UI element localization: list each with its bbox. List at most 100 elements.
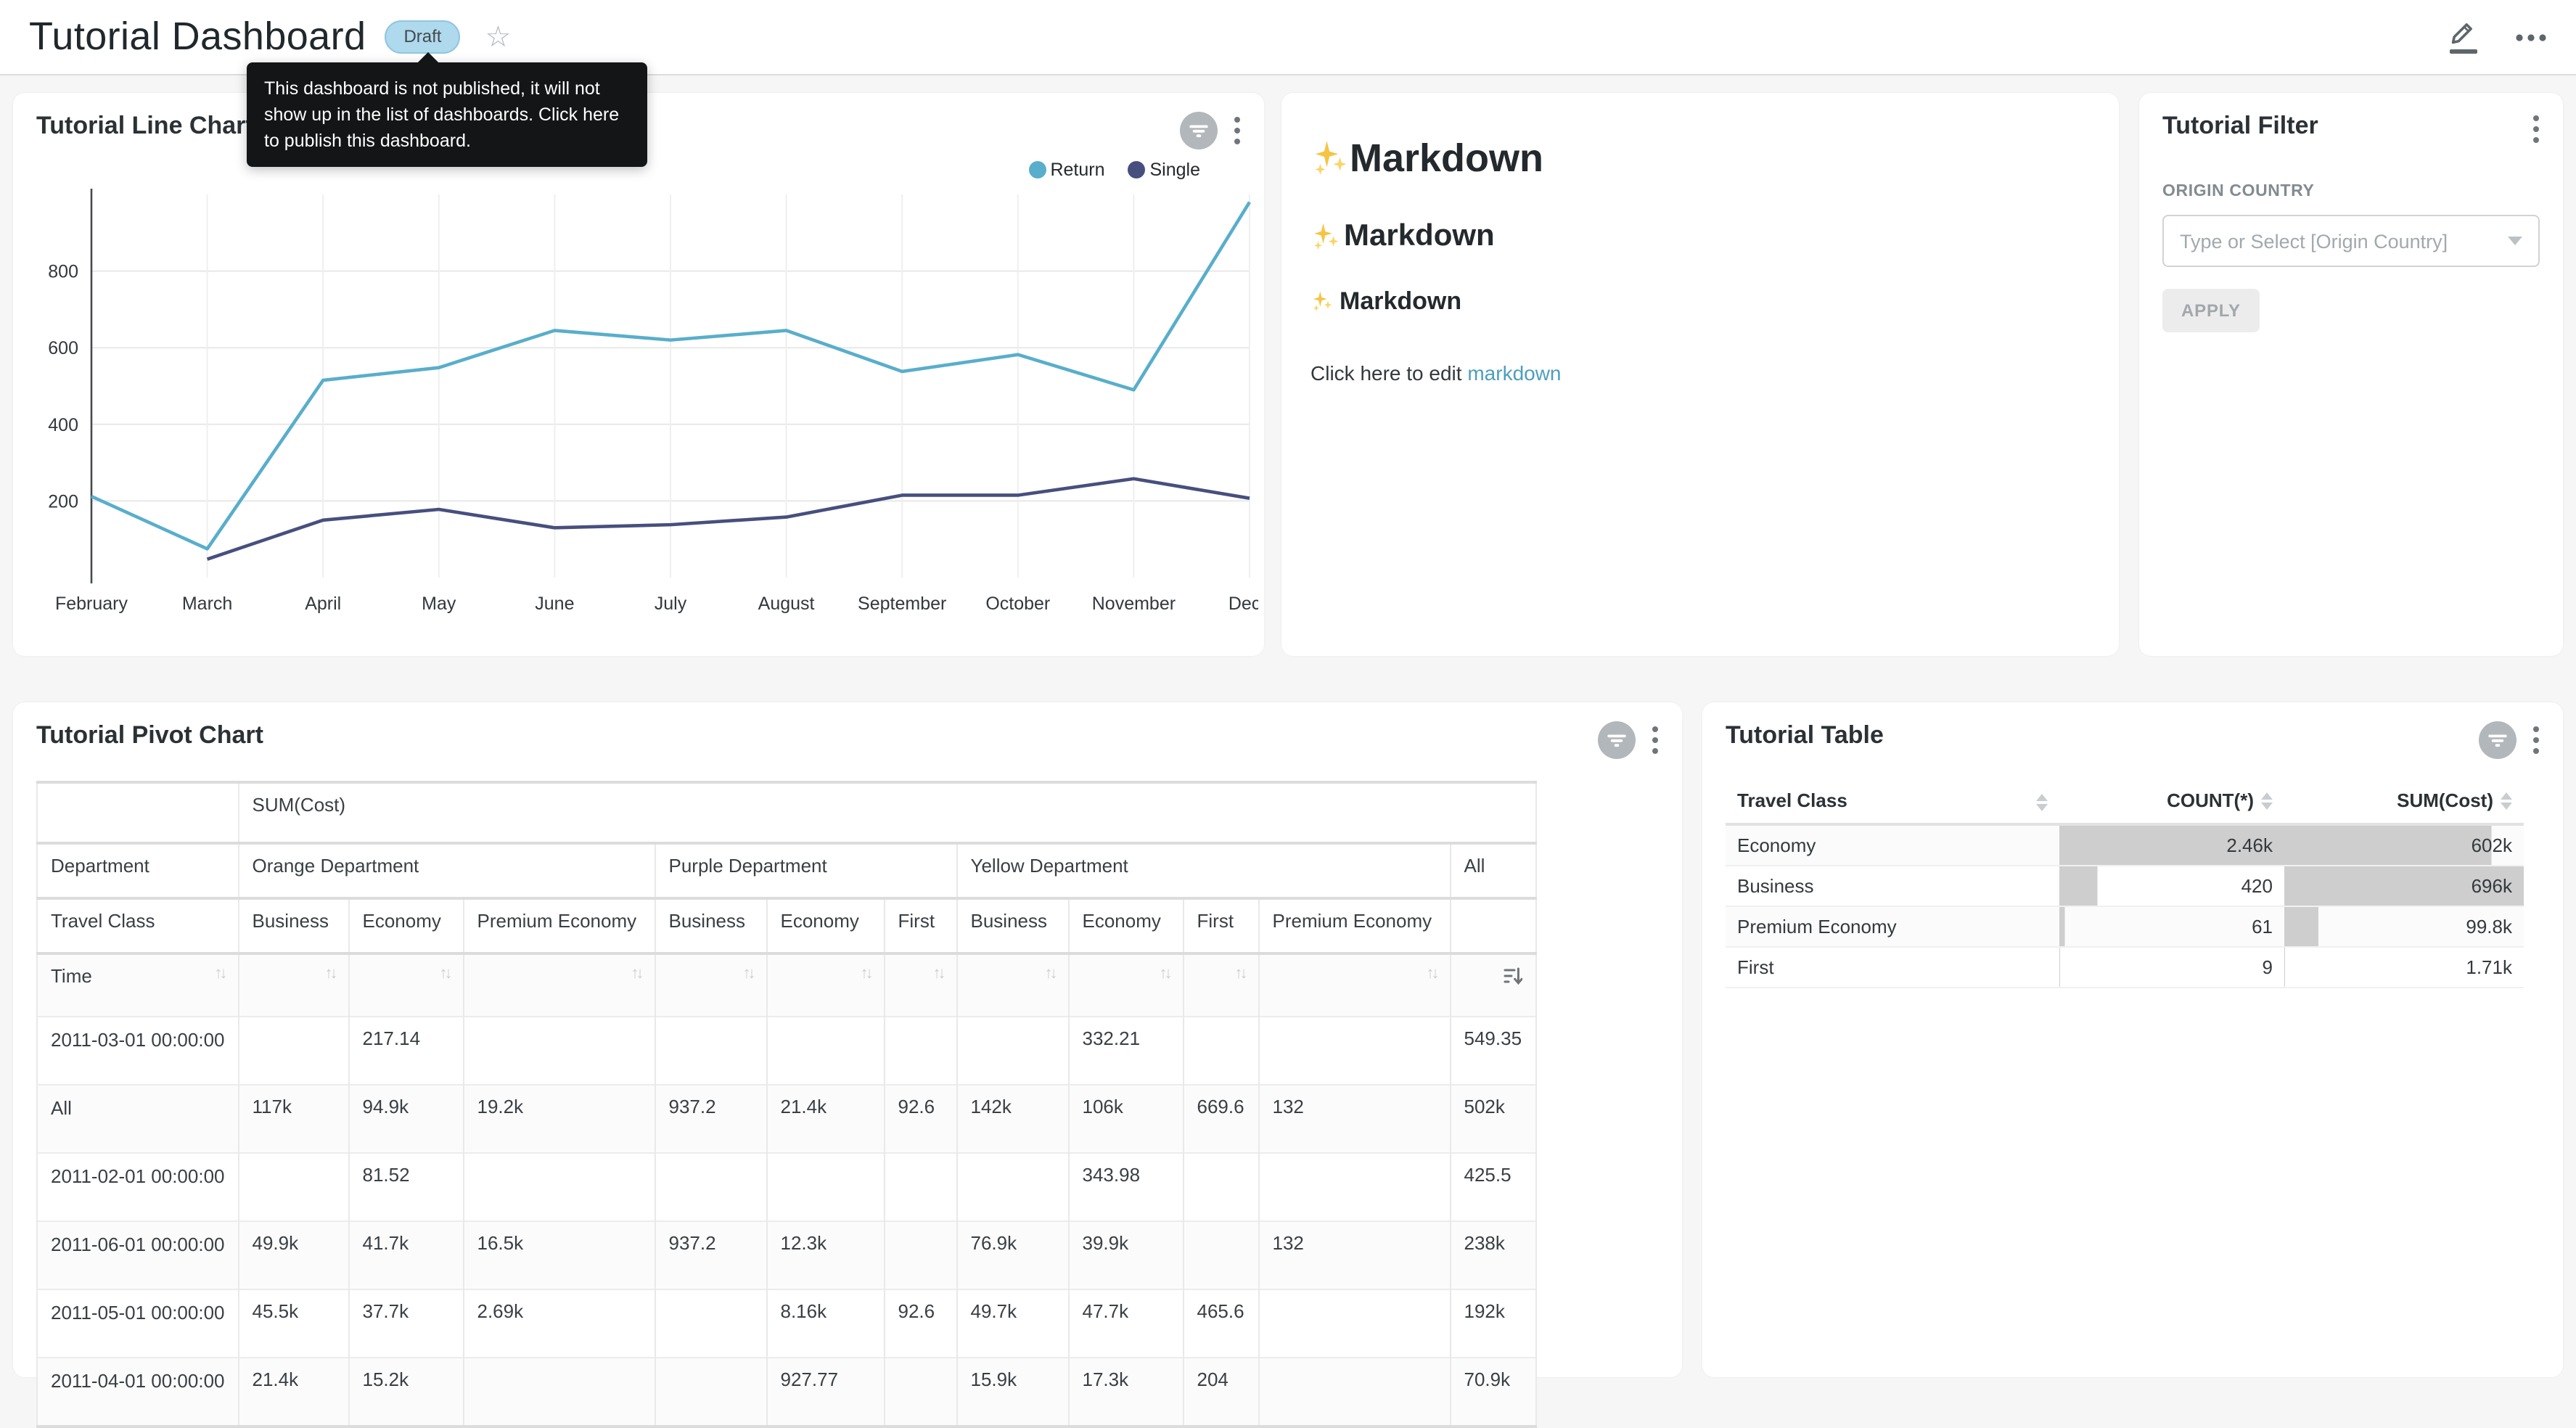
pivot-leaf-header: Economy [1069,898,1184,953]
pivot-cell: 70.9k [1451,1358,1536,1427]
table-row: Economy2.46k602k [1726,824,2524,866]
pivot-cell [767,1153,885,1221]
pivot-cell: 425.5 [1451,1153,1536,1221]
pivot-cell: 94.9k [349,1085,464,1153]
table-row: First91.71k [1726,947,2524,988]
sort-toggle-icon[interactable]: ↑↓ [933,965,943,982]
pivot-cell: 76.9k [957,1221,1069,1289]
pivot-card-header: Tutorial Pivot Chart [13,702,1682,766]
pivot-cell [767,1017,885,1085]
pivot-data-row: 2011-03-01 00:00:00217.14332.21549.35 [37,1017,1535,1085]
col-header-count[interactable]: COUNT(*) [2059,781,2284,824]
pivot-cell [885,1221,957,1289]
pivot-row-label: All [37,1085,239,1153]
pivot-cell: 41.7k [349,1221,464,1289]
pivot-leaf-header: Economy [767,898,885,953]
pivot-cell [1259,1289,1451,1358]
pivot-cell: 132 [1259,1085,1451,1153]
sort-toggle-icon[interactable]: ↑↓ [1160,965,1170,982]
pivot-row-label: 2011-02-01 00:00:00 [37,1153,239,1221]
sort-icon[interactable] [2501,792,2512,809]
favorite-star-icon[interactable]: ☆ [485,22,511,52]
pivot-cell [957,1153,1069,1221]
pivot-leaf-header: First [885,898,957,953]
x-axis-label: February [55,594,128,614]
dashboard-page: Tutorial Dashboard Draft ☆ This dashboar… [0,0,2576,1400]
pivot-class-header: Travel Class [37,898,239,953]
pivot-kebab-menu-icon[interactable] [1649,723,1662,765]
filter-kebab-menu-icon[interactable] [2530,112,2543,154]
sort-desc-active-icon[interactable] [1503,967,1522,990]
legend-item-return[interactable]: Return [1028,160,1104,180]
pivot-group-header: Yellow Department [957,843,1451,898]
pivot-cell [885,1017,957,1085]
pivot-data-row: 2011-04-01 00:00:0021.4k15.2k927.7715.9k… [37,1358,1535,1427]
filter-card-title: Tutorial Filter [2162,112,2318,141]
line-chart-plot[interactable]: 200400600800FebruaryMarchAprilMayJuneJul… [22,183,1258,636]
pivot-cell [239,1017,349,1085]
sort-toggle-icon[interactable]: ↑↓ [631,965,641,982]
sort-toggle-icon[interactable]: ↑↓ [1235,965,1245,982]
pivot-cell [885,1358,957,1427]
pivot-cell: 47.7k [1069,1289,1184,1358]
pivot-cell: 106k [1069,1085,1184,1153]
pivot-cell [655,1017,767,1085]
dashboard-menu-button[interactable] [2515,33,2547,41]
pivot-cell [1184,1221,1259,1289]
sort-toggle-icon[interactable]: ↑↓ [325,965,335,982]
pivot-cell: 937.2 [655,1085,767,1153]
sort-toggle-icon[interactable]: ↑↓ [743,965,753,982]
sort-icon[interactable] [2261,792,2273,809]
pivot-cell [885,1153,957,1221]
table-row: Business420696k [1726,866,2524,906]
sort-toggle-icon[interactable]: ↑↓ [440,965,450,982]
pivot-metric-label: SUM(Cost) [239,782,1536,843]
publish-tooltip[interactable]: This dashboard is not published, it will… [247,62,647,168]
filter-card: Tutorial Filter ORIGIN COUNTRY Type or S… [2139,93,2563,656]
pivot-row-label: 2011-06-01 00:00:00 [37,1221,239,1289]
legend-dot [1128,161,1146,178]
sort-toggle-icon[interactable]: ↑↓ [215,965,225,982]
cell-count: 61 [2059,906,2284,947]
sort-toggle-icon[interactable]: ↑↓ [1045,965,1055,982]
pivot-table: SUM(Cost)DepartmentOrange DepartmentPurp… [36,781,1536,1428]
pivot-leaf-header: First [1184,898,1259,953]
y-axis-tick: 200 [48,491,78,512]
legend-item-single[interactable]: Single [1128,160,1201,180]
pivot-leaf-header: Premium Economy [1259,898,1451,953]
pivot-cell: 21.4k [767,1085,885,1153]
table-header-row: Travel Class COUNT(*) SUM(Cost) [1726,781,2524,824]
pivot-cell: 549.35 [1451,1017,1536,1085]
pivot-cell: 2.69k [464,1289,655,1358]
table-kebab-menu-icon[interactable] [2530,723,2543,765]
edit-dashboard-button[interactable] [2448,20,2477,53]
select-placeholder: Type or Select [Origin Country] [2180,230,2499,252]
edit-markdown-link[interactable]: markdown [1467,361,1561,385]
x-axis-label: August [758,594,815,614]
filter-indicator-icon[interactable] [1180,112,1218,157]
draft-badge[interactable]: Draft [385,21,460,54]
sort-toggle-icon[interactable]: ↑↓ [1427,965,1437,982]
filter-indicator-icon[interactable] [2479,721,2516,766]
chart-kebab-menu-icon[interactable] [1231,113,1244,155]
cell-sum-cost: 696k [2284,866,2524,906]
markdown-card: Markdown Markdown Markdown Click here to… [1281,93,2119,656]
legend-dot [1028,161,1046,178]
pivot-cell: 204 [1184,1358,1259,1427]
pivot-leaf-header: Economy [349,898,464,953]
pivot-all-header: All [1451,843,1536,898]
sort-toggle-icon[interactable]: ↑↓ [861,965,871,982]
origin-country-select[interactable]: Type or Select [Origin Country] [2162,215,2540,267]
sort-icon[interactable] [2036,794,2048,811]
table-row: Premium Economy6199.8k [1726,906,2524,947]
filter-indicator-icon[interactable] [1598,721,1636,766]
col-header-travel-class[interactable]: Travel Class [1726,781,2059,824]
filter-body: ORIGIN COUNTRY Type or Select [Origin Co… [2139,154,2563,332]
col-header-sum-cost[interactable]: SUM(Cost) [2284,781,2524,824]
markdown-body: Markdown Markdown Markdown Click here to… [1281,93,2119,405]
pivot-leaf-header: Business [239,898,349,953]
apply-button[interactable]: APPLY [2162,289,2260,332]
markdown-paragraph: Click here to edit markdown [1310,361,2090,385]
chevron-down-icon [2508,237,2522,245]
pivot-cell: 117k [239,1085,349,1153]
